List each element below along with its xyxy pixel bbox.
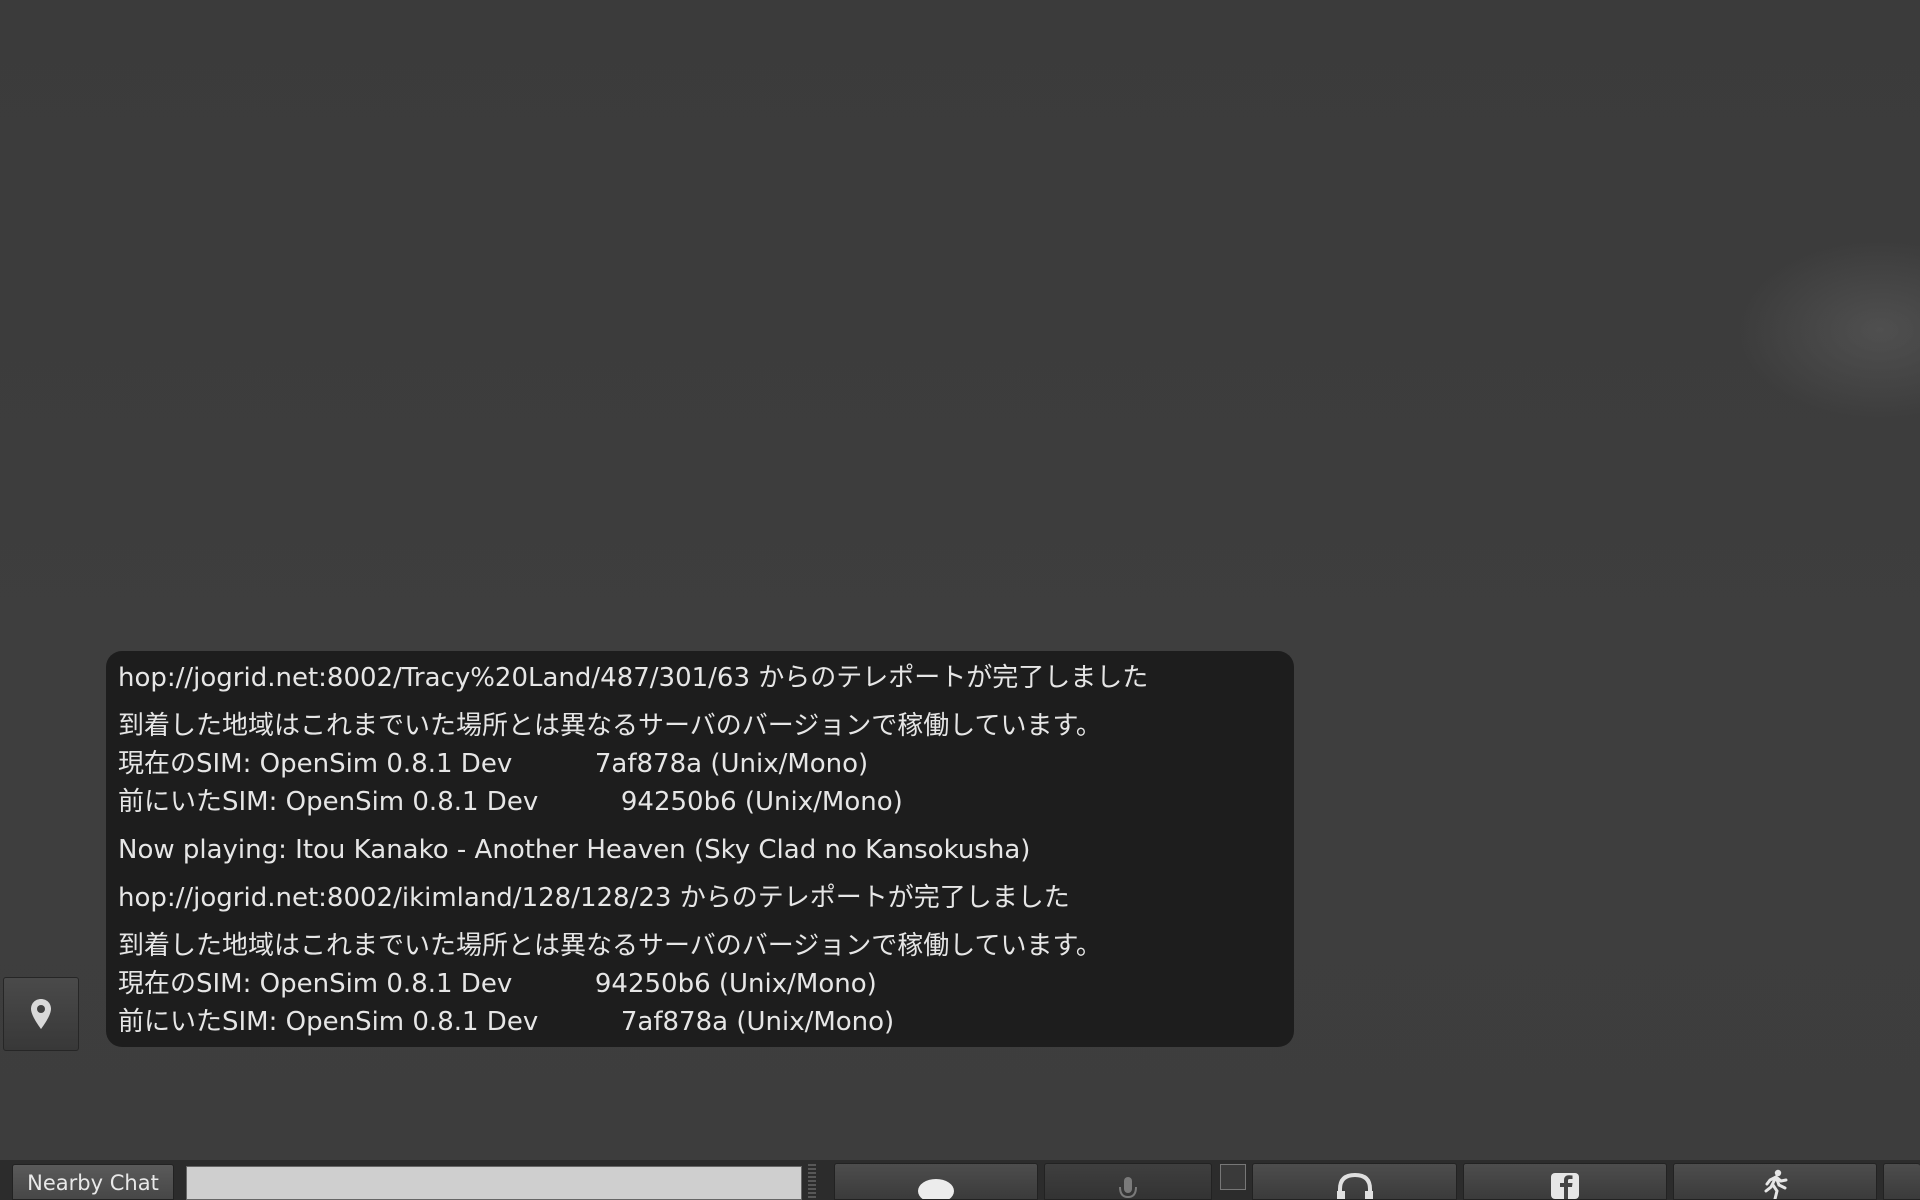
- microphone-icon: [1117, 1173, 1139, 1199]
- chat-line-version-notice-2: 到着した地域はこれまでいた場所とは異なるサーバのバージョンで稼働しています。: [118, 931, 1102, 961]
- location-pin-icon: [30, 998, 52, 1030]
- chat-line-previous-sim-1: 前にいたSIM: OpenSim 0.8.1 Dev 94250b6 (Unix…: [118, 787, 903, 817]
- facebook-button[interactable]: [1463, 1163, 1667, 1200]
- nearby-chat-button[interactable]: Nearby Chat: [12, 1164, 174, 1200]
- facebook-icon: [1551, 1171, 1579, 1199]
- chat-line-now-playing: Now playing: Itou Kanako - Another Heave…: [118, 835, 1031, 865]
- chat-line-previous-sim-2: 前にいたSIM: OpenSim 0.8.1 Dev 7af878a (Unix…: [118, 1007, 895, 1037]
- chat-button[interactable]: [834, 1163, 1038, 1200]
- speak-toggle-checkbox[interactable]: [1220, 1164, 1246, 1190]
- toolbar-resize-grip[interactable]: [808, 1164, 816, 1200]
- location-button[interactable]: [3, 977, 79, 1051]
- toolbar-overflow-button[interactable]: [1883, 1163, 1920, 1200]
- chat-toast: hop://jogrid.net:8002/Tracy%20Land/487/3…: [106, 651, 1294, 1047]
- move-button[interactable]: [1673, 1163, 1877, 1200]
- speak-button[interactable]: [1044, 1163, 1212, 1200]
- chat-line-current-sim-2: 現在のSIM: OpenSim 0.8.1 Dev 94250b6 (Unix/…: [118, 969, 877, 999]
- chat-line-teleport-2: hop://jogrid.net:8002/ikimland/128/128/2…: [118, 883, 1070, 913]
- chat-input[interactable]: [186, 1166, 802, 1200]
- chat-line-version-notice-1: 到着した地域はこれまでいた場所とは異なるサーバのバージョンで稼働しています。: [118, 711, 1102, 741]
- headphones-icon: [1335, 1171, 1375, 1199]
- chat-line-teleport-1: hop://jogrid.net:8002/Tracy%20Land/487/3…: [118, 663, 1149, 693]
- chat-line-current-sim-1: 現在のSIM: OpenSim 0.8.1 Dev 7af878a (Unix/…: [118, 749, 869, 779]
- speech-bubble-icon: [916, 1175, 956, 1199]
- voice-button[interactable]: [1252, 1163, 1457, 1200]
- walking-person-icon: [1760, 1169, 1790, 1199]
